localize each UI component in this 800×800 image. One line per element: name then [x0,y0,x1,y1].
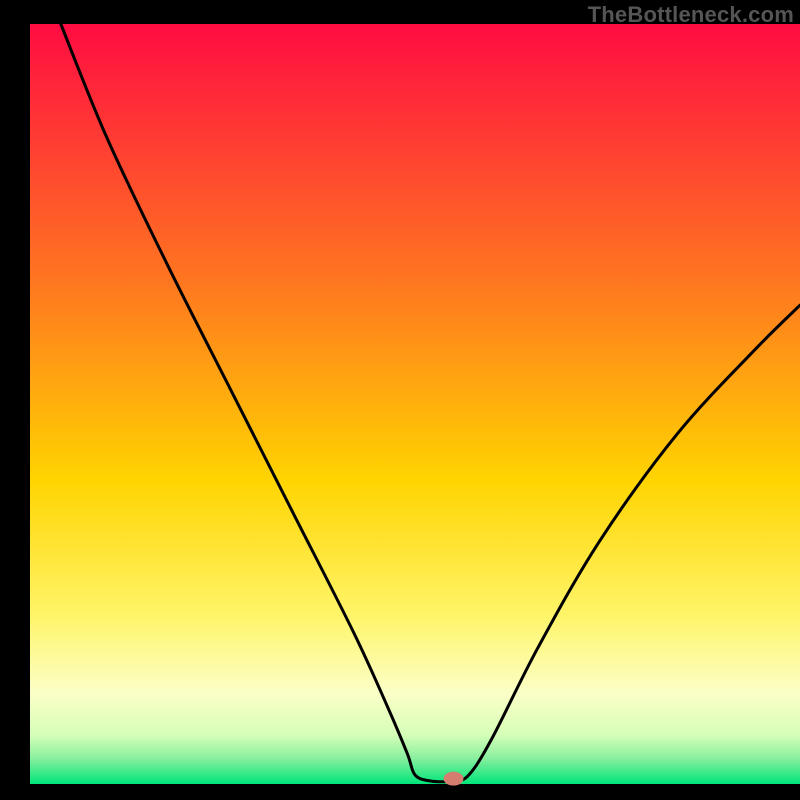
optimal-marker [444,772,464,786]
plot-background [30,24,800,784]
watermark-text: TheBottleneck.com [588,2,794,28]
chart-frame: TheBottleneck.com [0,0,800,800]
bottleneck-chart [0,0,800,800]
